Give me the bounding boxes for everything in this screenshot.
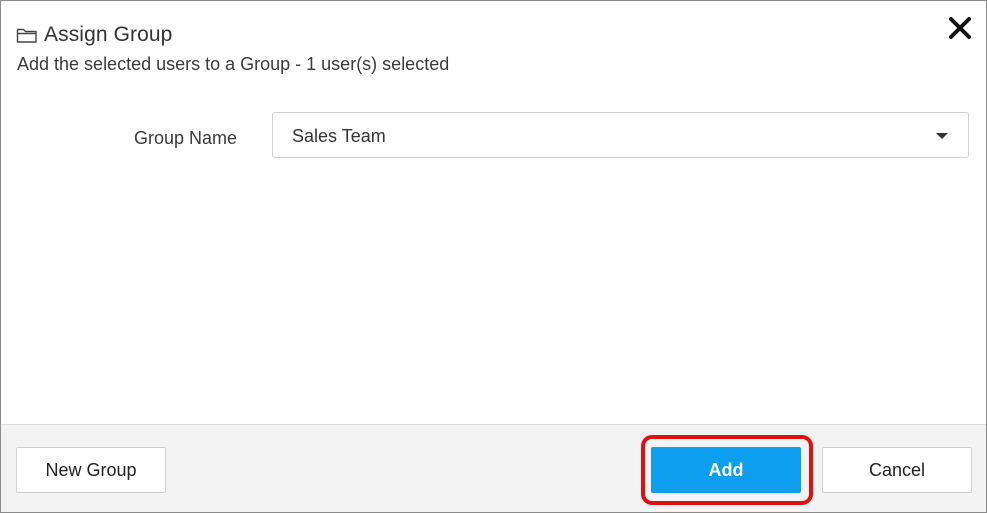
close-icon (949, 17, 971, 39)
close-button[interactable] (945, 14, 975, 42)
new-group-button[interactable]: New Group (16, 447, 166, 493)
dialog-title: Assign Group (44, 23, 173, 46)
assign-group-dialog: Assign Group Add the selected users to a… (0, 0, 987, 513)
group-name-select[interactable]: Sales Team (272, 112, 969, 158)
cancel-button[interactable]: Cancel (822, 447, 972, 493)
dialog-subtitle: Add the selected users to a Group - 1 us… (17, 54, 450, 74)
dialog-header: Assign Group (16, 21, 172, 49)
group-name-label: Group Name (133, 128, 237, 148)
dialog-footer: New Group Add Cancel (1, 424, 986, 512)
group-name-selected-value: Sales Team (292, 126, 386, 146)
caret-down-icon (936, 133, 948, 139)
add-button[interactable]: Add (651, 447, 801, 493)
folder-icon (16, 26, 38, 44)
